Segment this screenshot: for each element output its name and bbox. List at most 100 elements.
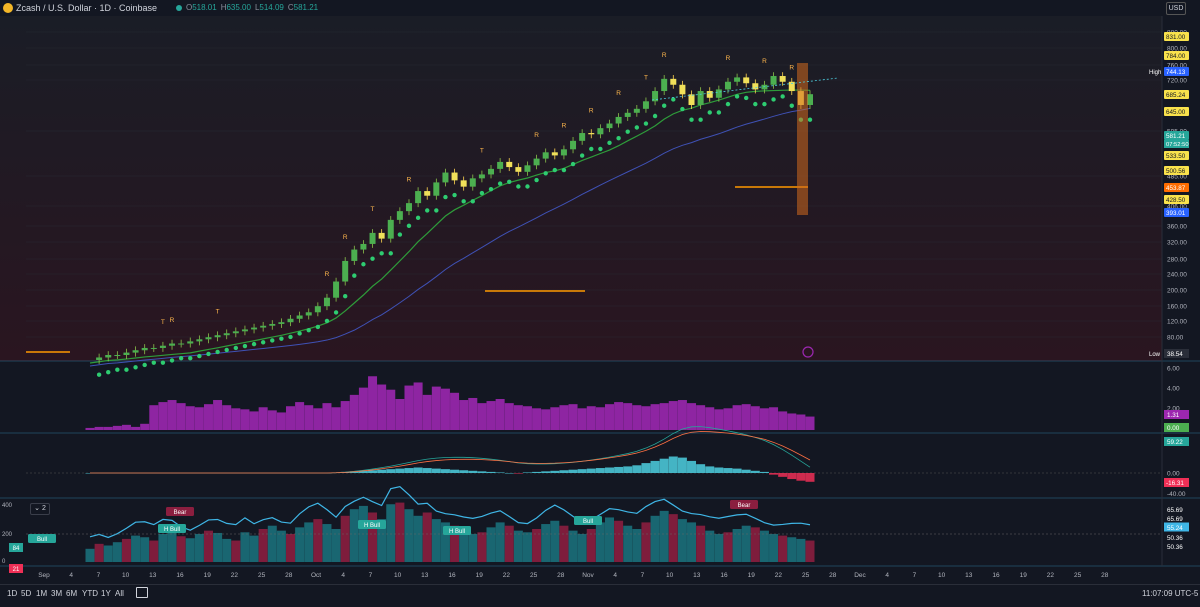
signal-marker: R [407,176,412,183]
signal-marker: R [762,58,767,65]
candle-body [661,78,668,92]
date-tick-label: 4 [885,572,889,579]
rsi-bar [714,533,724,562]
date-tick-label: 25 [802,572,810,579]
volume-bar [213,400,223,430]
candle-body [560,149,567,156]
range-3m[interactable]: 3M [51,589,62,598]
signal-marker: R [562,123,567,130]
volume-bar [604,404,614,430]
macd-bar [778,473,788,477]
trail-dot [443,194,448,200]
date-tick-label: 4 [613,572,617,579]
volume-bar [641,406,651,430]
chart-area[interactable]: 880.00800.00760.00720.00595.00485.00406.… [0,0,1200,584]
candle-body [442,172,449,183]
rsi-bar [240,532,250,562]
candle-body [333,281,340,298]
signal-marker: T [161,319,165,326]
rsi-bar [486,527,496,562]
date-tick-label: 13 [149,572,157,579]
signal-marker: R [616,90,621,97]
price-label: 645.00 [1166,109,1186,116]
candle-body [579,133,586,141]
candle-body [715,89,722,98]
rsi-bar [796,538,806,562]
range-1m[interactable]: 1M [36,589,47,598]
volume-bar [313,408,323,430]
volume-bar [577,408,587,430]
volume-bar [149,405,159,430]
price-tick-label: 360.00 [1167,224,1187,231]
range-6m[interactable]: 6M [66,589,77,598]
volume-bar [249,411,259,430]
candle-body [606,123,613,129]
macd-bar [805,473,815,482]
volume-bar [131,426,141,430]
signal-marker: T [216,308,220,315]
rsi-bar [349,509,359,562]
macd-bar [595,468,605,473]
macd-bar [577,469,587,473]
macd-bar [604,467,614,473]
candle-body [387,219,394,239]
volume-bar [468,397,478,430]
highlight-zone [797,63,808,215]
volume-bar [759,408,769,430]
date-tick-label: 25 [258,572,266,579]
date-tick-label: 16 [720,572,728,579]
trail-dot [288,334,293,340]
volume-label: 1.31 [1167,412,1180,419]
macd-bar [714,467,724,473]
volume-bar [778,411,788,430]
candle-body [260,325,267,328]
trail-dot [707,110,712,115]
trail-dot [507,179,512,184]
rsi-bar [149,540,159,562]
volume-bar [112,425,122,430]
trail-dot [233,345,239,351]
range-5d[interactable]: 5D [21,589,31,598]
trail-dot [734,94,740,99]
volume-bar [687,403,697,430]
rsi-bar [267,525,277,562]
rsi-bar [167,532,177,562]
price-label: 453.87 [1166,185,1186,192]
trail-dot [643,121,649,126]
volume-bar [231,408,241,430]
macd-bar [750,470,760,473]
rsi-bar [659,510,669,562]
divergence-signal: Bear [174,510,187,516]
volume-bar [732,405,742,430]
rsi-bar [431,519,441,562]
macd-label: -16.31 [1166,480,1184,487]
price-label: 533.50 [1166,153,1186,160]
rsi-bar [677,519,687,562]
range-ytd[interactable]: YTD [82,589,98,598]
volume-bar [158,402,168,430]
range-1d[interactable]: 1D [7,589,17,598]
price-tick-label: 200.00 [1167,288,1187,295]
date-tick-label: 28 [285,572,293,579]
trail-dot [789,103,794,108]
candle-body [570,140,577,150]
range-all[interactable]: All [115,589,124,598]
macd-bar [769,473,779,475]
rsi-bar [459,530,469,562]
macd-bar [559,470,569,473]
rsi-bar [750,527,760,562]
date-tick-label: 19 [476,572,484,579]
rsi-bar [249,535,259,562]
volume-bar [103,426,113,430]
calendar-icon[interactable] [136,587,148,598]
rsi-bar [687,522,697,562]
range-1y[interactable]: 1Y [101,589,111,598]
trail-dot [598,146,603,152]
rsi-bar [85,548,95,562]
volume-bar [614,402,624,430]
macd-bar [586,468,596,473]
candle-body [278,322,285,324]
pane-toggle[interactable]: ⌄ 2 [30,503,50,515]
rsi-bar [185,538,195,562]
date-tick-label: 16 [448,572,456,579]
